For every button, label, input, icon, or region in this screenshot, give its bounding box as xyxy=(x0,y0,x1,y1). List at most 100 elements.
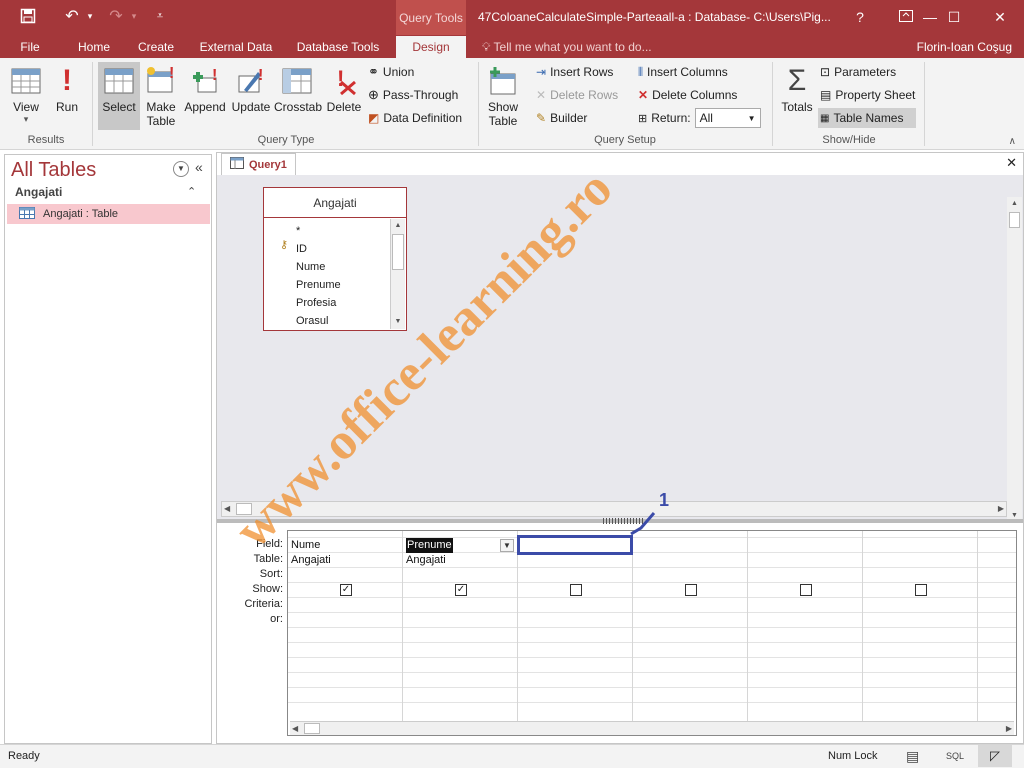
grid-column-3[interactable] xyxy=(518,531,633,721)
insert-columns-button[interactable]: ⫴ Insert Columns xyxy=(638,62,761,82)
crosstab-button[interactable]: Crosstab xyxy=(274,62,323,134)
tab-home[interactable]: Home xyxy=(68,36,120,58)
help-button[interactable]: ? xyxy=(840,6,880,28)
collapse-group-icon[interactable]: ⌃ xyxy=(187,185,196,198)
show-checkbox[interactable] xyxy=(800,584,812,596)
close-button[interactable]: ✕ xyxy=(980,6,1020,28)
show-checkbox[interactable] xyxy=(570,584,582,596)
customize-qat-icon[interactable]: ⩡ xyxy=(150,4,170,28)
table-cell[interactable]: Angajati xyxy=(406,553,446,568)
tell-me-box[interactable]: 💡︎ Tell me what you want to do... xyxy=(482,36,652,58)
run-button[interactable]: ! Run xyxy=(50,62,84,134)
table-pane-horizontal-scrollbar[interactable]: ◀ ▶ xyxy=(221,501,1007,517)
grid-column-6[interactable] xyxy=(863,531,978,721)
design-view-icon[interactable]: ◸ xyxy=(978,745,1012,767)
field-cell-selected[interactable]: Prenume xyxy=(406,538,453,553)
tab-external-data[interactable]: External Data xyxy=(194,36,278,58)
field-cell[interactable]: Nume xyxy=(291,538,320,553)
highlight-empty-field xyxy=(517,535,633,555)
grid-column-1[interactable]: Nume Angajati ✓ xyxy=(288,531,403,721)
show-checkbox[interactable]: ✓ xyxy=(455,584,467,596)
delete-columns-button[interactable]: ✕ Delete Columns xyxy=(638,85,761,105)
undo-icon[interactable]: ↶ xyxy=(60,4,84,28)
sql-view-button[interactable]: SQL xyxy=(946,751,964,761)
table-pane-vertical-scrollbar[interactable]: ▲ ▼ xyxy=(1007,197,1022,523)
update-button[interactable]: ! Update xyxy=(230,62,272,134)
scroll-thumb[interactable] xyxy=(392,234,404,270)
maximize-button[interactable]: ☐ xyxy=(934,6,974,28)
scroll-thumb[interactable] xyxy=(236,503,252,515)
union-button[interactable]: ⚭ Union xyxy=(368,62,462,82)
redo-icon[interactable]: ↷ xyxy=(104,4,128,28)
field-list-title[interactable]: Angajati xyxy=(264,188,406,218)
grid-column-2[interactable]: Prenume ▼ Angajati ✓ xyxy=(403,531,518,721)
scroll-right-icon[interactable]: ▶ xyxy=(1006,722,1012,735)
append-icon: ! xyxy=(182,62,228,100)
builder-button[interactable]: ✎ Builder xyxy=(536,108,618,128)
parameters-button[interactable]: ⊡ Parameters xyxy=(818,62,916,82)
tab-design[interactable]: Design xyxy=(396,36,466,58)
nav-item-label: Angajati : Table xyxy=(43,208,119,220)
make-table-button[interactable]: ! Make Table xyxy=(142,62,180,134)
nav-item-angajati-table[interactable]: Angajati : Table xyxy=(7,204,210,224)
show-checkbox[interactable] xyxy=(685,584,697,596)
scroll-up-icon[interactable]: ▲ xyxy=(1007,197,1022,211)
tab-file[interactable]: File xyxy=(10,36,50,58)
return-select[interactable]: All ▼ xyxy=(694,108,761,128)
separator xyxy=(478,62,479,146)
append-button[interactable]: ! Append xyxy=(182,62,228,134)
close-document-icon[interactable]: ✕ xyxy=(1006,155,1017,171)
field-dropdown-icon[interactable]: ▼ xyxy=(500,539,514,552)
field-list-angajati[interactable]: Angajati * ⚷ ID Nume Prenume Profesia Or… xyxy=(263,187,407,331)
totals-button[interactable]: Σ Totals xyxy=(778,62,816,134)
table-names-label: Table Names xyxy=(833,111,904,125)
user-name[interactable]: Florin-Ioan Coşug xyxy=(917,36,1012,58)
nav-menu-dropdown-icon[interactable]: ▼ xyxy=(173,161,189,177)
select-query-button[interactable]: Select xyxy=(98,62,140,134)
scroll-down-icon[interactable]: ▼ xyxy=(391,315,405,329)
nav-title[interactable]: All Tables xyxy=(11,159,96,182)
field-nume[interactable]: Nume xyxy=(296,258,325,276)
field-orasul[interactable]: Orasul xyxy=(296,312,328,330)
row-label-sort: Sort: xyxy=(259,568,283,580)
grid-column-5[interactable] xyxy=(748,531,863,721)
field-all[interactable]: * xyxy=(296,222,300,240)
view-button[interactable]: View ▾ xyxy=(8,62,44,134)
table-cell[interactable]: Angajati xyxy=(291,553,331,568)
scroll-thumb[interactable] xyxy=(1009,212,1020,228)
collapse-ribbon-icon[interactable]: ∧ xyxy=(1009,136,1016,147)
field-id[interactable]: ID xyxy=(296,240,307,258)
scroll-up-icon[interactable]: ▲ xyxy=(391,219,405,233)
crosstab-label: Crosstab xyxy=(274,100,323,114)
field-prenume[interactable]: Prenume xyxy=(296,276,341,294)
grid-horizontal-scrollbar[interactable]: ◀ ▶ xyxy=(290,721,1014,735)
scroll-right-icon[interactable]: ▶ xyxy=(998,502,1004,516)
tab-database-tools[interactable]: Database Tools xyxy=(290,36,386,58)
delete-rows-button[interactable]: ✕ Delete Rows xyxy=(536,85,618,105)
undo-dropdown-icon[interactable]: ▾ xyxy=(84,4,96,28)
save-icon[interactable] xyxy=(14,4,42,28)
show-checkbox[interactable] xyxy=(915,584,927,596)
shutter-bar-close-icon[interactable]: « xyxy=(195,159,203,175)
table-names-button[interactable]: ▦ Table Names xyxy=(818,108,916,128)
show-checkbox[interactable]: ✓ xyxy=(340,584,352,596)
datasheet-view-icon[interactable]: ▤ xyxy=(906,748,919,765)
pass-through-button[interactable]: ⊕ Pass-Through xyxy=(368,85,462,105)
nav-group-header[interactable]: Angajati xyxy=(15,185,62,199)
redo-dropdown-icon[interactable]: ▾ xyxy=(128,4,140,28)
delete-query-button[interactable]: ! Delete xyxy=(324,62,364,134)
field-list-scrollbar[interactable]: ▲ ▼ xyxy=(390,219,405,329)
builder-label: Builder xyxy=(550,111,588,125)
data-definition-button[interactable]: ◩ Data Definition xyxy=(368,108,462,128)
show-table-button[interactable]: Show Table xyxy=(482,62,524,134)
query-icon xyxy=(230,157,244,172)
tab-create[interactable]: Create xyxy=(130,36,182,58)
scroll-thumb[interactable] xyxy=(304,723,320,734)
field-profesia[interactable]: Profesia xyxy=(296,294,336,312)
property-sheet-button[interactable]: ▤ Property Sheet xyxy=(818,85,916,105)
scroll-left-icon[interactable]: ◀ xyxy=(292,722,298,735)
tab-query1[interactable]: Query1 xyxy=(221,153,296,175)
grid-column-4[interactable] xyxy=(633,531,748,721)
insert-rows-button[interactable]: ⇥ Insert Rows xyxy=(536,62,618,82)
scroll-left-icon[interactable]: ◀ xyxy=(224,502,230,516)
